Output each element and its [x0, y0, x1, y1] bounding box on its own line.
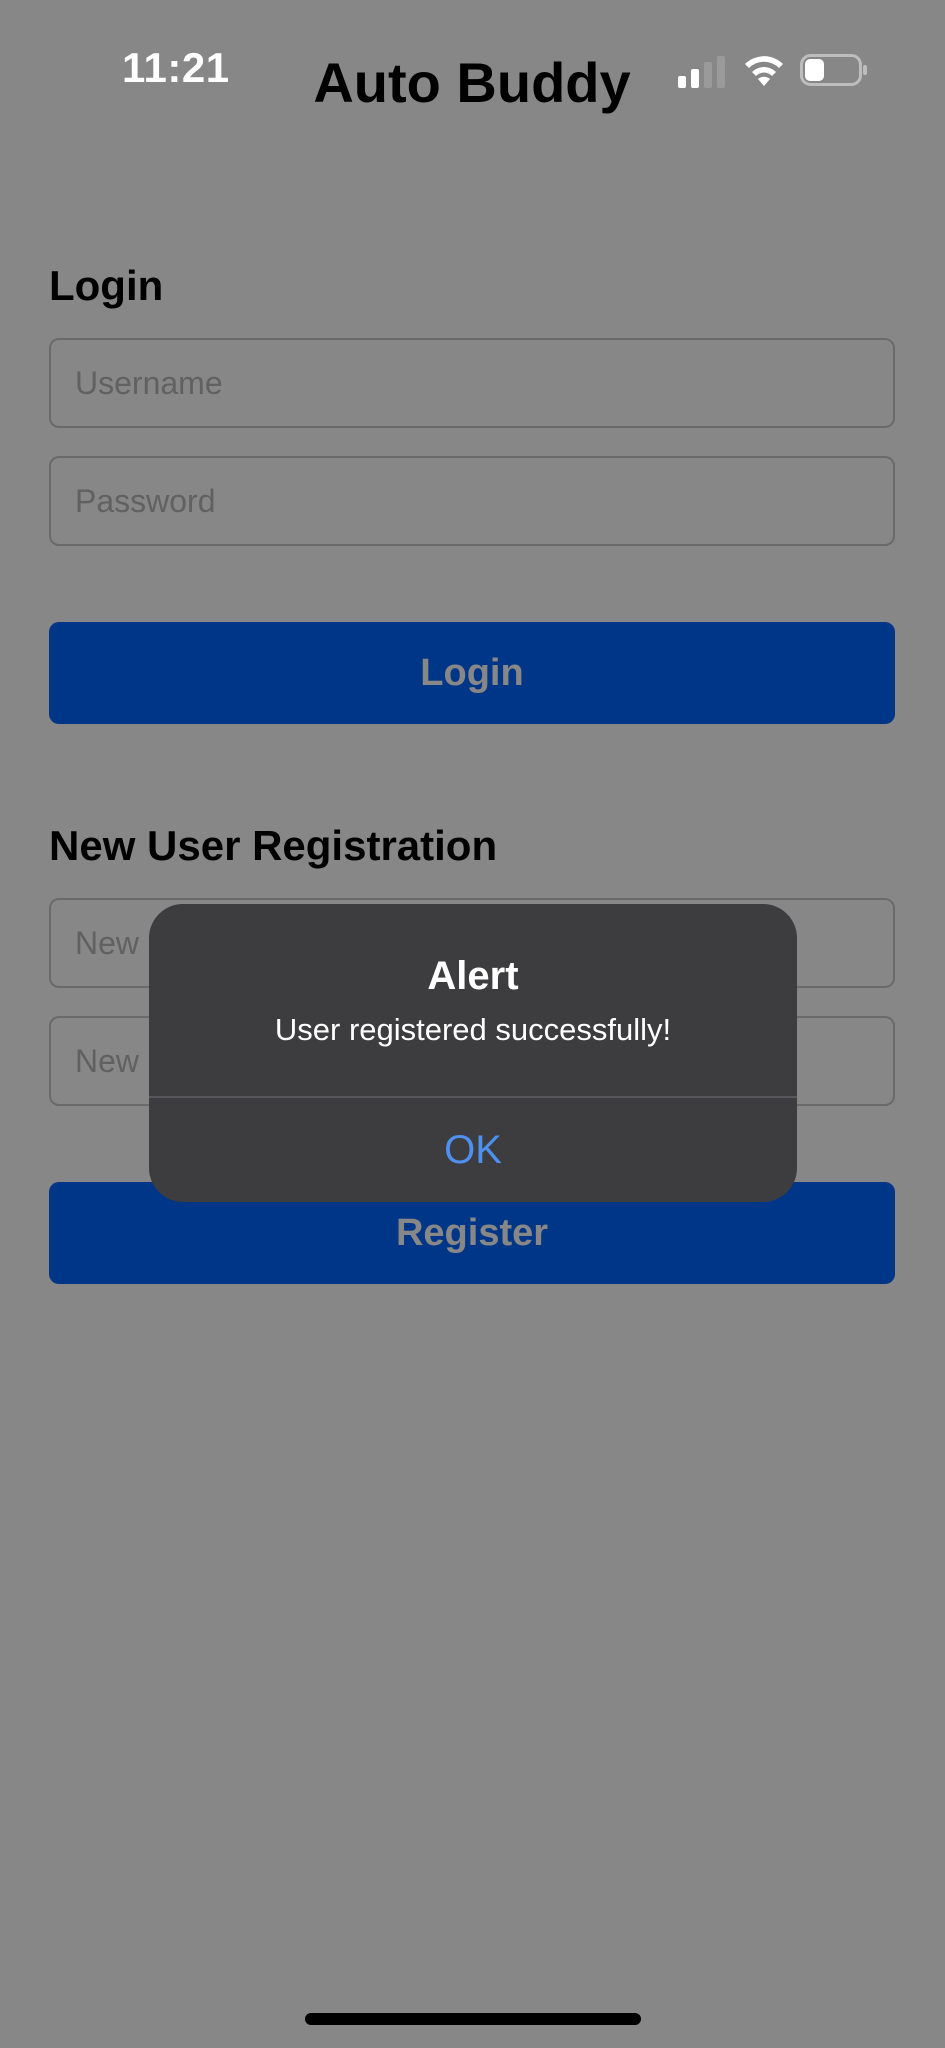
status-time: 11:21 — [122, 44, 230, 91]
wifi-icon — [745, 56, 783, 86]
alert-dialog: Alert User registered successfully! OK — [149, 904, 797, 1202]
alert-message: User registered successfully! — [274, 1012, 672, 1047]
alert-title: Alert — [427, 954, 519, 998]
battery-icon — [800, 54, 867, 86]
alert-ok-button[interactable]: OK — [149, 1098, 797, 1202]
cellular-signal-icon — [678, 56, 725, 88]
